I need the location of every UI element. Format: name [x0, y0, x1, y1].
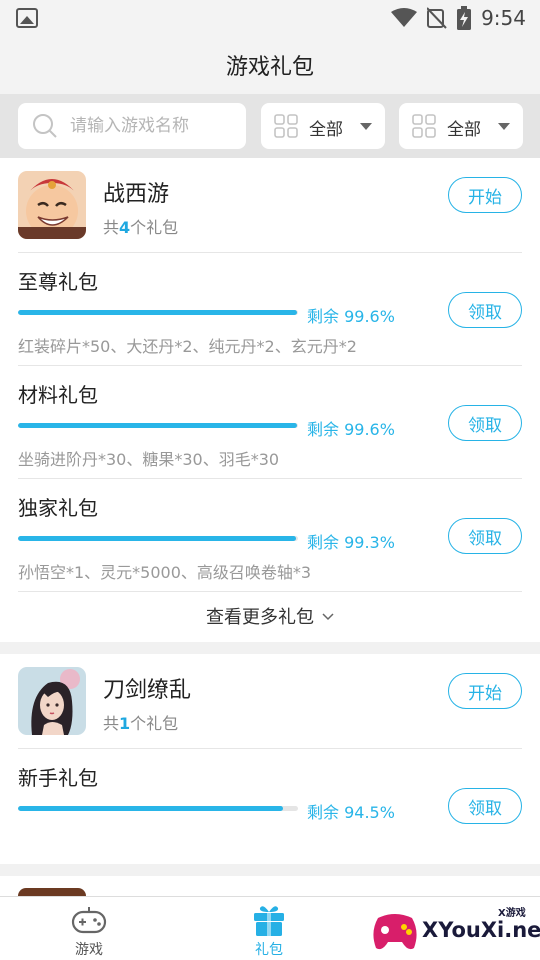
game-icon-zhanxiyou[interactable]: [18, 171, 86, 239]
wifi-icon: [391, 8, 418, 27]
dropdown-2-value: 全部: [447, 120, 481, 140]
pack-contents: 孙悟空*1、灵元*5000、高级召唤卷轴*3: [18, 563, 312, 582]
status-icons: 9:54: [391, 5, 526, 31]
game-card-partial: [0, 876, 540, 896]
gift-count: 共4个礼包: [103, 218, 179, 237]
gift-pack: 材料礼包 剩余 99.6% 坐骑进阶丹*30、糖果*30、羽毛*30 领取: [0, 365, 540, 478]
pack-name: 新手礼包: [18, 766, 98, 790]
dropdown-1-value: 全部: [309, 120, 343, 140]
category-dropdown-2[interactable]: 全部: [399, 103, 523, 149]
start-button[interactable]: 开始: [448, 177, 522, 213]
claim-button[interactable]: 领取: [448, 788, 522, 824]
gift-count: 共1个礼包: [103, 714, 179, 733]
game-header: 战西游 共4个礼包 开始: [0, 158, 540, 252]
game-name: 战西游: [103, 182, 170, 207]
watermark-text: XYouXi.net: [422, 918, 540, 942]
title-bar: 游戏礼包: [0, 36, 540, 94]
view-more-label: 查看更多礼包: [206, 607, 314, 628]
clock: 9:54: [481, 6, 526, 30]
claim-button[interactable]: 领取: [448, 292, 522, 328]
game-card: 战西游 共4个礼包 开始 至尊礼包 剩余 99.6% 红装碎片*50、大还丹*2…: [0, 158, 540, 642]
view-more-gifts[interactable]: 查看更多礼包: [0, 591, 540, 641]
pack-contents: 红装碎片*50、大还丹*2、纯元丹*2、玄元丹*2: [18, 337, 357, 356]
search-icon: [33, 114, 57, 138]
remaining-progress-bar: [18, 806, 298, 811]
game-header: 刀剑缭乱 共1个礼包 开始: [0, 654, 540, 748]
pack-name: 独家礼包: [18, 496, 98, 520]
remaining-progress-bar: [18, 423, 298, 428]
nav-label: 游戏: [75, 942, 103, 958]
chevron-down-icon: [322, 613, 334, 621]
gift-icon: [254, 906, 284, 936]
game-icon-daojianliaoluan[interactable]: [18, 667, 86, 735]
watermark-logo: X游戏 XYouXi.net: [364, 898, 540, 960]
page-title: 游戏礼包: [225, 55, 314, 80]
gift-pack: 新手礼包 剩余 94.5% 领取: [0, 748, 540, 861]
caret-down-icon: [498, 123, 510, 130]
claim-button[interactable]: 领取: [448, 405, 522, 441]
nav-item-gifts[interactable]: 礼包: [219, 897, 319, 960]
no-signal-icon: [427, 7, 447, 29]
watermark-small-text: X游戏: [498, 908, 526, 919]
pack-name: 材料礼包: [18, 383, 98, 407]
grid-icon: [274, 114, 298, 138]
nav-item-games[interactable]: 游戏: [39, 897, 139, 960]
remaining-percent: 剩余 94.5%: [307, 803, 395, 822]
nav-label: 礼包: [255, 942, 283, 958]
gamepad-icon: [71, 907, 107, 934]
filter-bar: 全部 全部: [0, 94, 540, 158]
pack-name: 至尊礼包: [18, 270, 98, 294]
remaining-progress-bar: [18, 310, 298, 315]
image-notification-icon: [16, 8, 38, 28]
status-bar: 9:54: [0, 0, 540, 36]
pack-contents: 坐骑进阶丹*30、糖果*30、羽毛*30: [18, 450, 280, 469]
search-box[interactable]: [18, 103, 246, 149]
gift-pack: 独家礼包 剩余 99.3% 孙悟空*1、灵元*5000、高级召唤卷轴*3 领取: [0, 478, 540, 591]
remaining-percent: 剩余 99.6%: [307, 307, 395, 326]
watermark-gamepad-icon: [373, 914, 417, 950]
category-dropdown-1[interactable]: 全部: [261, 103, 385, 149]
gift-pack: 至尊礼包 剩余 99.6% 红装碎片*50、大还丹*2、纯元丹*2、玄元丹*2 …: [0, 252, 540, 365]
battery-charging-icon: [457, 6, 472, 30]
game-name: 刀剑缭乱: [103, 678, 192, 703]
remaining-percent: 剩余 99.6%: [307, 420, 395, 439]
caret-down-icon: [360, 123, 372, 130]
game-card: 刀剑缭乱 共1个礼包 开始 新手礼包 剩余 94.5% 领取: [0, 654, 540, 864]
game-icon-partial: [18, 888, 86, 896]
search-input[interactable]: [70, 103, 240, 149]
start-button[interactable]: 开始: [448, 673, 522, 709]
claim-button[interactable]: 领取: [448, 518, 522, 554]
grid-icon: [412, 114, 436, 138]
remaining-percent: 剩余 99.3%: [307, 533, 395, 552]
remaining-progress-bar: [18, 536, 298, 541]
